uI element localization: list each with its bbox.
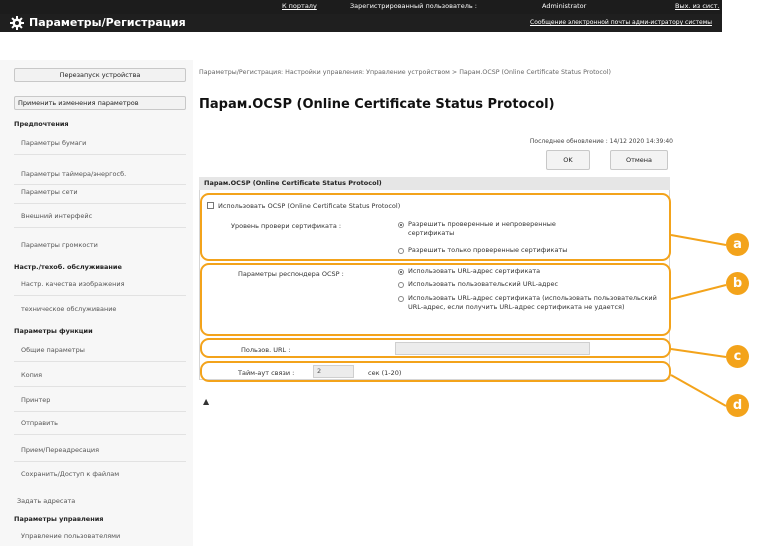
connector-b: [670, 284, 727, 300]
connector-d: [670, 374, 727, 407]
callout-b: b: [726, 272, 749, 295]
callout-c: c: [726, 345, 749, 368]
callout-a: a: [726, 233, 749, 256]
callout-connectors: [670, 234, 727, 407]
callout-d: d: [726, 394, 749, 417]
connector-a: [670, 234, 727, 246]
connector-c: [670, 348, 727, 358]
